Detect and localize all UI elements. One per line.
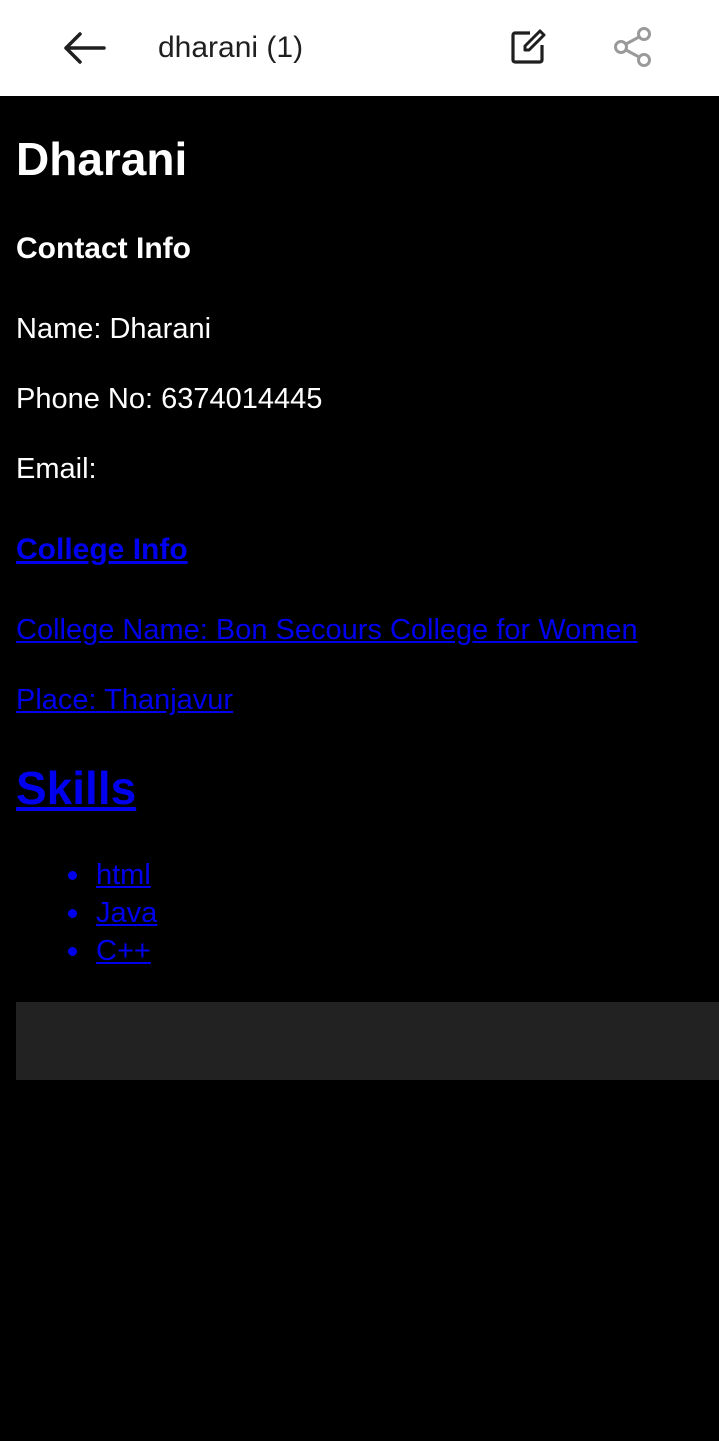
skill-link-cpp[interactable]: C++ <box>96 935 151 967</box>
share-icon <box>614 27 651 67</box>
skill-link-html[interactable]: html <box>96 859 151 891</box>
app-bar: dharani (1) <box>0 0 719 96</box>
edit-button[interactable] <box>504 22 552 72</box>
bullet-icon <box>68 947 77 956</box>
list-item[interactable]: C++ <box>68 932 157 970</box>
bullet-icon <box>68 909 77 918</box>
arrow-left-icon <box>64 32 106 64</box>
phone-line: Phone No: 6374014445 <box>16 383 323 415</box>
college-name-link[interactable]: College Name: Bon Secours College for Wo… <box>16 611 638 649</box>
contact-info-heading: Contact Info <box>16 232 191 265</box>
skills-heading[interactable]: Skills <box>16 760 136 816</box>
college-info-heading[interactable]: College Info <box>16 531 188 569</box>
list-item[interactable]: Java <box>68 894 157 932</box>
document-content: Dharani Contact Info Name: Dharani Phone… <box>0 96 719 1441</box>
skill-link-java[interactable]: Java <box>96 897 157 929</box>
document-title: dharani (1) <box>158 31 304 64</box>
email-line: Email: <box>16 453 97 485</box>
list-item[interactable]: html <box>68 856 157 894</box>
place-link[interactable]: Place: Thanjavur <box>16 681 233 719</box>
skills-list: html Java C++ <box>68 856 157 970</box>
share-button[interactable] <box>608 22 658 72</box>
back-button[interactable] <box>58 22 110 74</box>
footer-block <box>16 1002 719 1080</box>
name-line: Name: Dharani <box>16 313 212 345</box>
bullet-icon <box>68 871 77 880</box>
page-heading: Dharani <box>16 133 188 185</box>
edit-icon <box>511 29 546 64</box>
